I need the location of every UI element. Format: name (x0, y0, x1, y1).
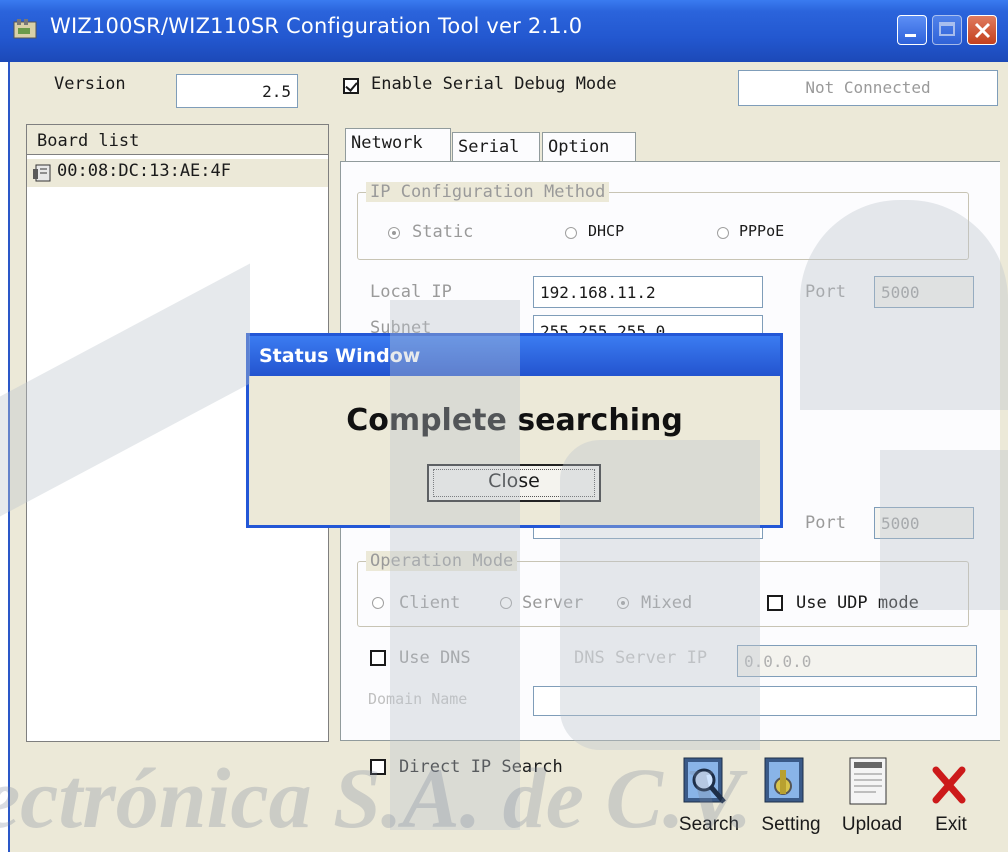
server-radio[interactable] (500, 597, 512, 609)
debug-mode-label: Enable Serial Debug Mode (371, 74, 617, 94)
ip-config-title: IP Configuration Method (366, 182, 610, 202)
board-icon (33, 164, 51, 182)
pppoe-radio[interactable] (717, 227, 729, 239)
upload-label: Upload (841, 814, 903, 835)
minimize-button[interactable] (897, 15, 927, 45)
server-label: Server (522, 593, 584, 613)
dns-server-label: DNS Server IP (574, 648, 708, 668)
mixed-label: Mixed (641, 593, 693, 613)
direct-ip-search-label: Direct IP Search (399, 757, 563, 777)
app-icon (13, 19, 37, 39)
client-label: Client (399, 593, 461, 613)
status-window: Status Window Complete searching Close (246, 333, 783, 528)
dns-server-field[interactable]: 0.0.0.0 (737, 645, 977, 677)
close-icon (974, 22, 991, 39)
setting-icon (764, 757, 804, 803)
status-close-button[interactable]: Close (427, 464, 601, 502)
search-icon (683, 757, 726, 804)
list-item[interactable]: 00:08:DC:13:AE:4F (27, 159, 328, 187)
exit-label: Exit (935, 814, 967, 835)
exit-button[interactable]: Exit (918, 752, 984, 840)
local-ip-field[interactable]: 192.168.11.2 (533, 276, 763, 308)
local-ip-label: Local IP (370, 282, 452, 302)
version-label: Version (54, 74, 126, 94)
board-mac-address: 00:08:DC:13:AE:4F (57, 161, 231, 181)
dhcp-label: DHCP (588, 222, 625, 240)
minimize-icon (905, 34, 916, 37)
pppoe-label: PPPoE (739, 222, 785, 240)
search-label: Search (678, 814, 740, 835)
domain-name-label: Domain Name (368, 690, 468, 708)
upload-button[interactable]: Upload (836, 752, 908, 840)
server-port-label: Port (805, 513, 846, 533)
domain-name-field[interactable] (533, 686, 977, 716)
status-window-title[interactable]: Status Window (249, 336, 780, 376)
board-list-header: Board list (27, 125, 328, 155)
connection-status: Not Connected (738, 70, 998, 106)
static-radio[interactable] (388, 227, 400, 239)
upload-icon (849, 757, 887, 805)
window-title: WIZ100SR/WIZ110SR Configuration Tool ver… (50, 14, 583, 38)
direct-ip-search-checkbox[interactable] (370, 759, 386, 775)
status-close-label: Close (488, 470, 540, 492)
client-radio[interactable] (372, 597, 384, 609)
tab-network[interactable]: Network (345, 128, 451, 162)
port-label: Port (805, 282, 846, 302)
status-message: Complete searching (346, 403, 683, 438)
udp-mode-checkbox[interactable] (767, 595, 783, 611)
tab-option[interactable]: Option (542, 132, 636, 162)
maximize-button[interactable] (932, 15, 962, 45)
debug-mode-checkbox[interactable] (343, 78, 359, 94)
search-button[interactable]: Search (672, 752, 746, 840)
version-field[interactable]: 2.5 (176, 74, 298, 108)
use-dns-checkbox[interactable] (370, 650, 386, 666)
udp-mode-label: Use UDP mode (796, 593, 919, 613)
tab-serial[interactable]: Serial (452, 132, 540, 162)
setting-label: Setting (761, 814, 821, 835)
use-dns-label: Use DNS (399, 648, 471, 668)
dhcp-radio[interactable] (565, 227, 577, 239)
exit-icon (932, 766, 966, 804)
mixed-radio[interactable] (617, 597, 629, 609)
maximize-icon (939, 22, 955, 36)
server-port-field[interactable]: 5000 (874, 507, 974, 539)
operation-mode-title: Operation Mode (366, 551, 518, 571)
close-window-button[interactable] (967, 15, 997, 45)
static-label: Static (412, 222, 474, 242)
setting-button[interactable]: Setting (755, 752, 827, 840)
port-field[interactable]: 5000 (874, 276, 974, 308)
title-bar[interactable]: WIZ100SR/WIZ110SR Configuration Tool ver… (0, 0, 1008, 62)
